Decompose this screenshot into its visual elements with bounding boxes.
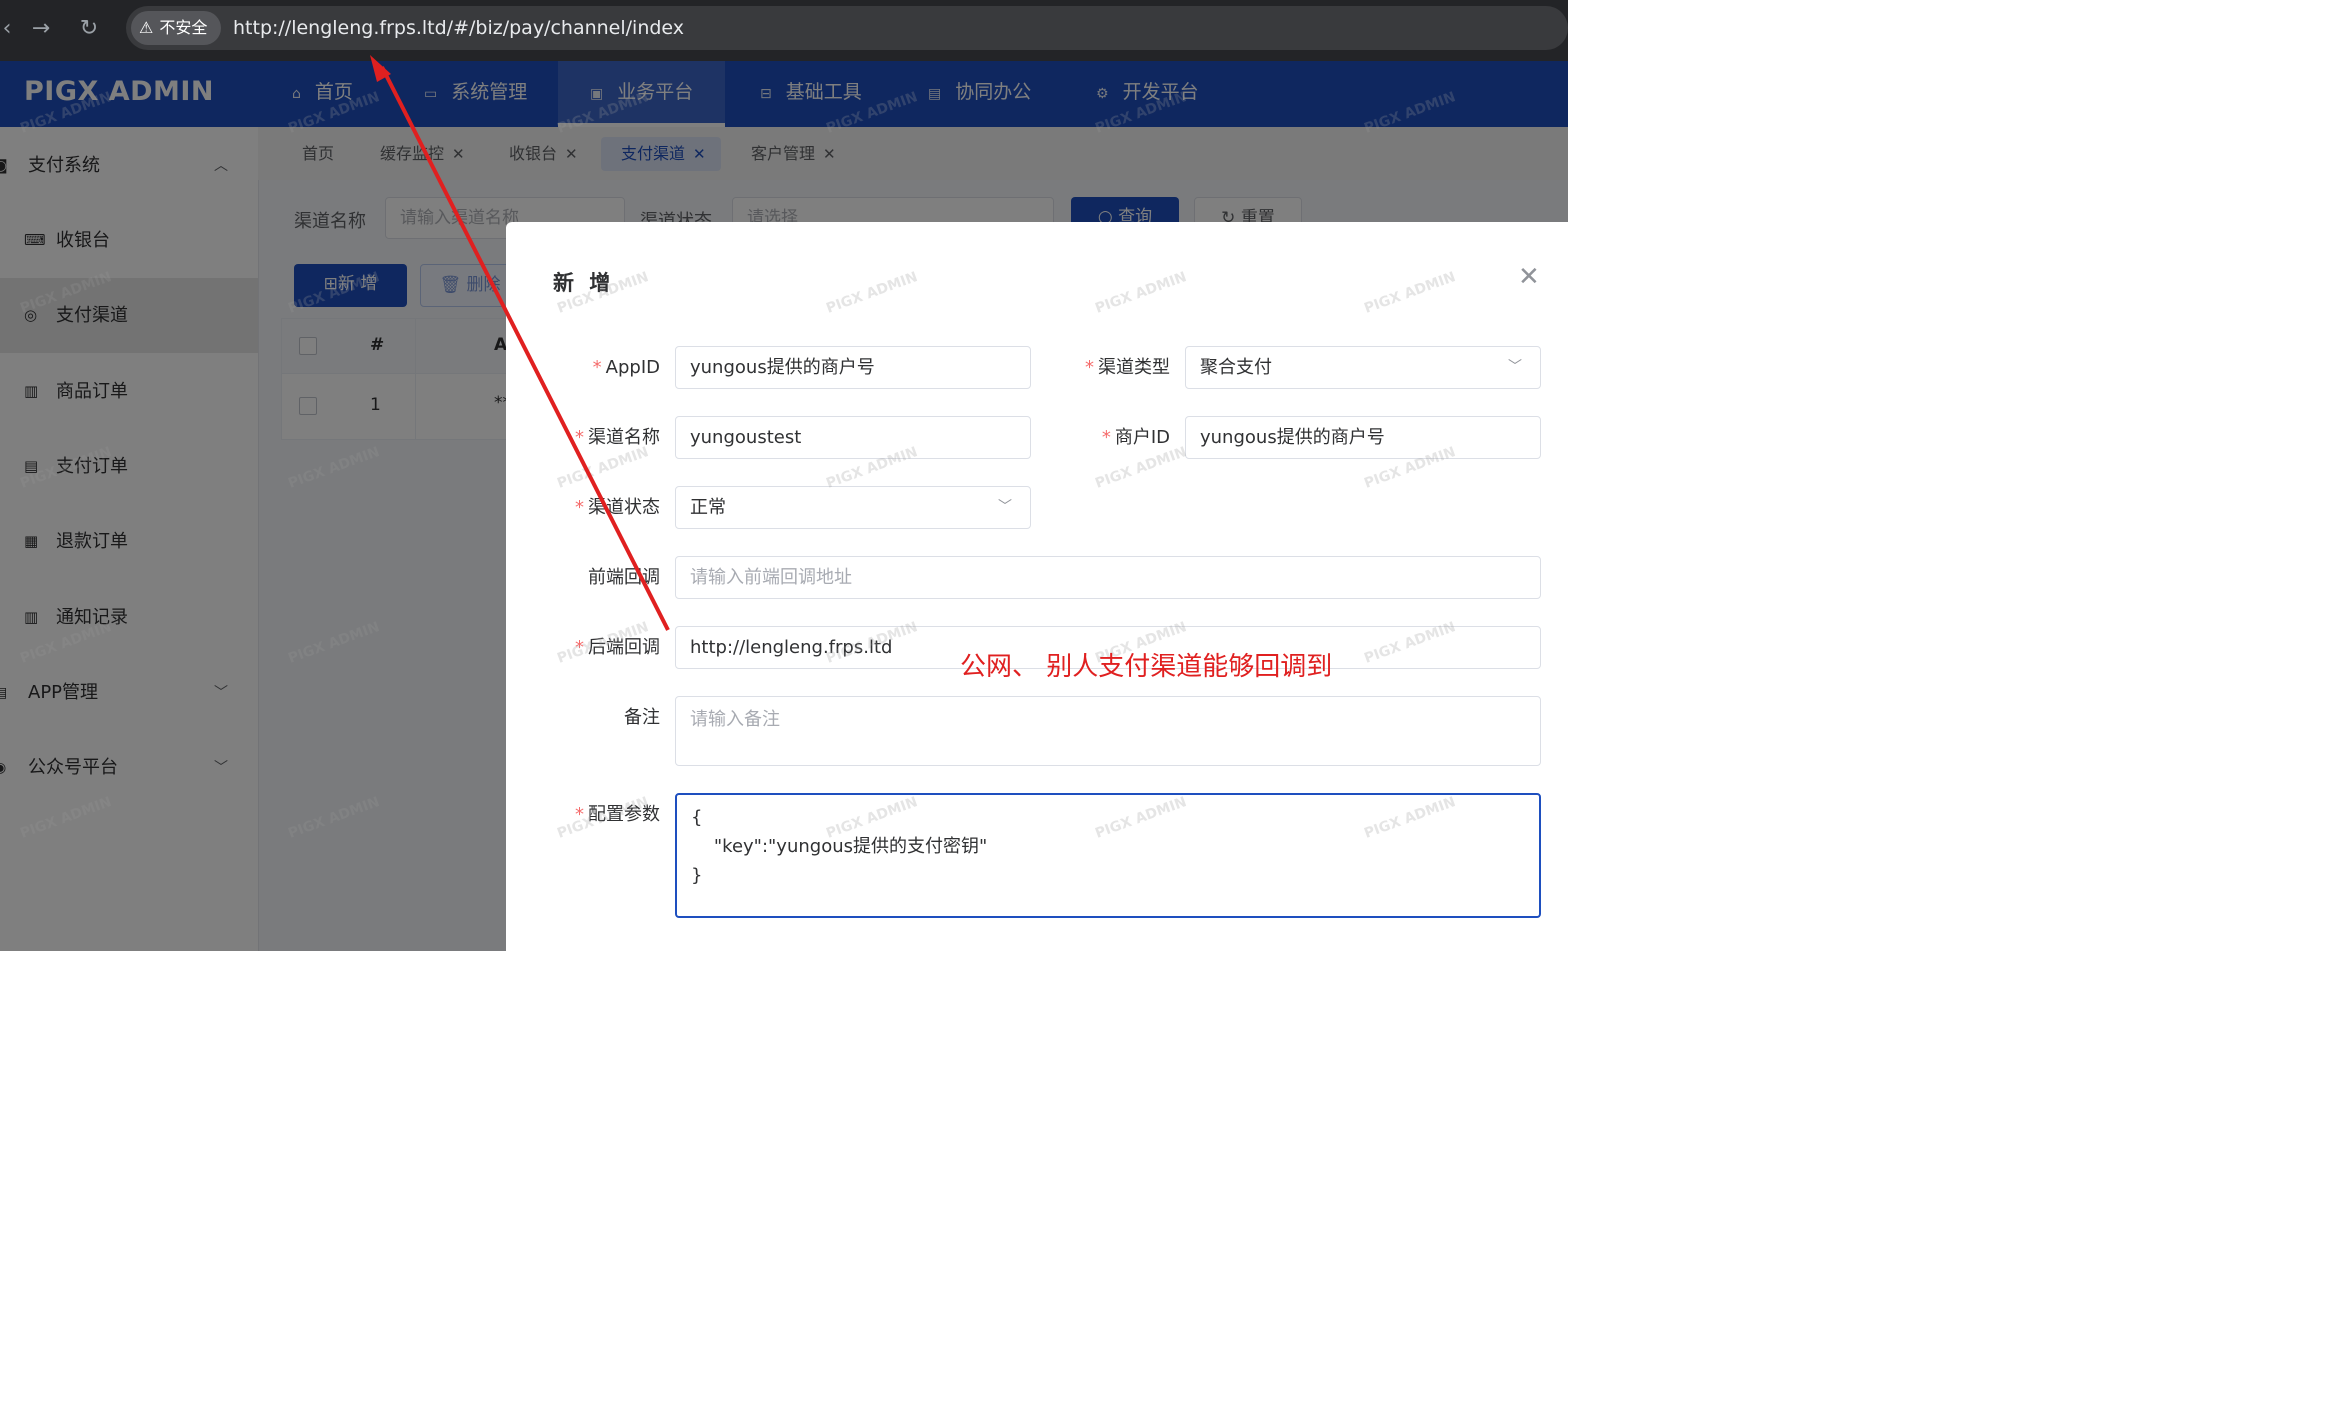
- forward-arrow-icon[interactable]: →: [26, 14, 56, 44]
- url-text[interactable]: http://lengleng.frps.ltd/#/biz/pay/chann…: [233, 13, 684, 43]
- select-value: 聚合支付: [1200, 357, 1272, 378]
- chevron-down-icon: ﹀: [998, 499, 1012, 515]
- select-value: 正常: [690, 497, 726, 518]
- backend-callback-label: * 后端回调: [575, 637, 660, 658]
- frontend-callback-label: 前端回调: [588, 567, 660, 588]
- label-text: 渠道状态: [588, 497, 660, 518]
- channel-name-label: * 渠道名称: [575, 427, 660, 448]
- channel-name-input[interactable]: yungoustest: [675, 416, 1031, 459]
- label-text: 后端回调: [588, 637, 660, 658]
- remark-label: 备注: [624, 707, 660, 728]
- header-dim-overlay: [0, 61, 1568, 127]
- remark-textarea[interactable]: 请输入备注: [675, 696, 1541, 766]
- label-text: 配置参数: [588, 804, 660, 825]
- label-text: 商户ID: [1114, 427, 1170, 448]
- channel-type-label: * 渠道类型: [1085, 357, 1170, 378]
- config-label: * 配置参数: [575, 804, 660, 825]
- channel-status-select[interactable]: 正常 ﹀: [675, 486, 1031, 529]
- reload-icon[interactable]: ↻: [74, 14, 104, 44]
- channel-type-select[interactable]: 聚合支付 ﹀: [1185, 346, 1541, 389]
- warning-icon: ⚠: [139, 18, 154, 37]
- merchant-id-input[interactable]: yungous提供的商户号: [1185, 416, 1541, 459]
- chevron-down-icon: ﹀: [1508, 359, 1522, 375]
- dialog-title: 新 增: [553, 271, 615, 295]
- frontend-callback-input[interactable]: 请输入前端回调地址: [675, 556, 1541, 599]
- label-text: AppID: [605, 357, 660, 378]
- appid-input[interactable]: yungous提供的商户号: [675, 346, 1031, 389]
- label-text: 渠道名称: [588, 427, 660, 448]
- merchant-id-label: * 商户ID: [1101, 427, 1170, 448]
- channel-status-label: * 渠道状态: [575, 497, 660, 518]
- annotation-text: 公网、 别人支付渠道能够回调到: [960, 652, 1333, 682]
- back-arrow-icon[interactable]: ‹: [0, 14, 22, 44]
- label-text: 渠道类型: [1098, 357, 1170, 378]
- config-textarea[interactable]: { "key":"yungous提供的支付密钥" }: [675, 793, 1541, 918]
- appid-label: * AppID: [592, 357, 660, 378]
- close-icon[interactable]: ✕: [1518, 262, 1540, 292]
- security-label: 不安全: [159, 18, 208, 37]
- security-indicator[interactable]: ⚠ 不安全: [131, 11, 221, 45]
